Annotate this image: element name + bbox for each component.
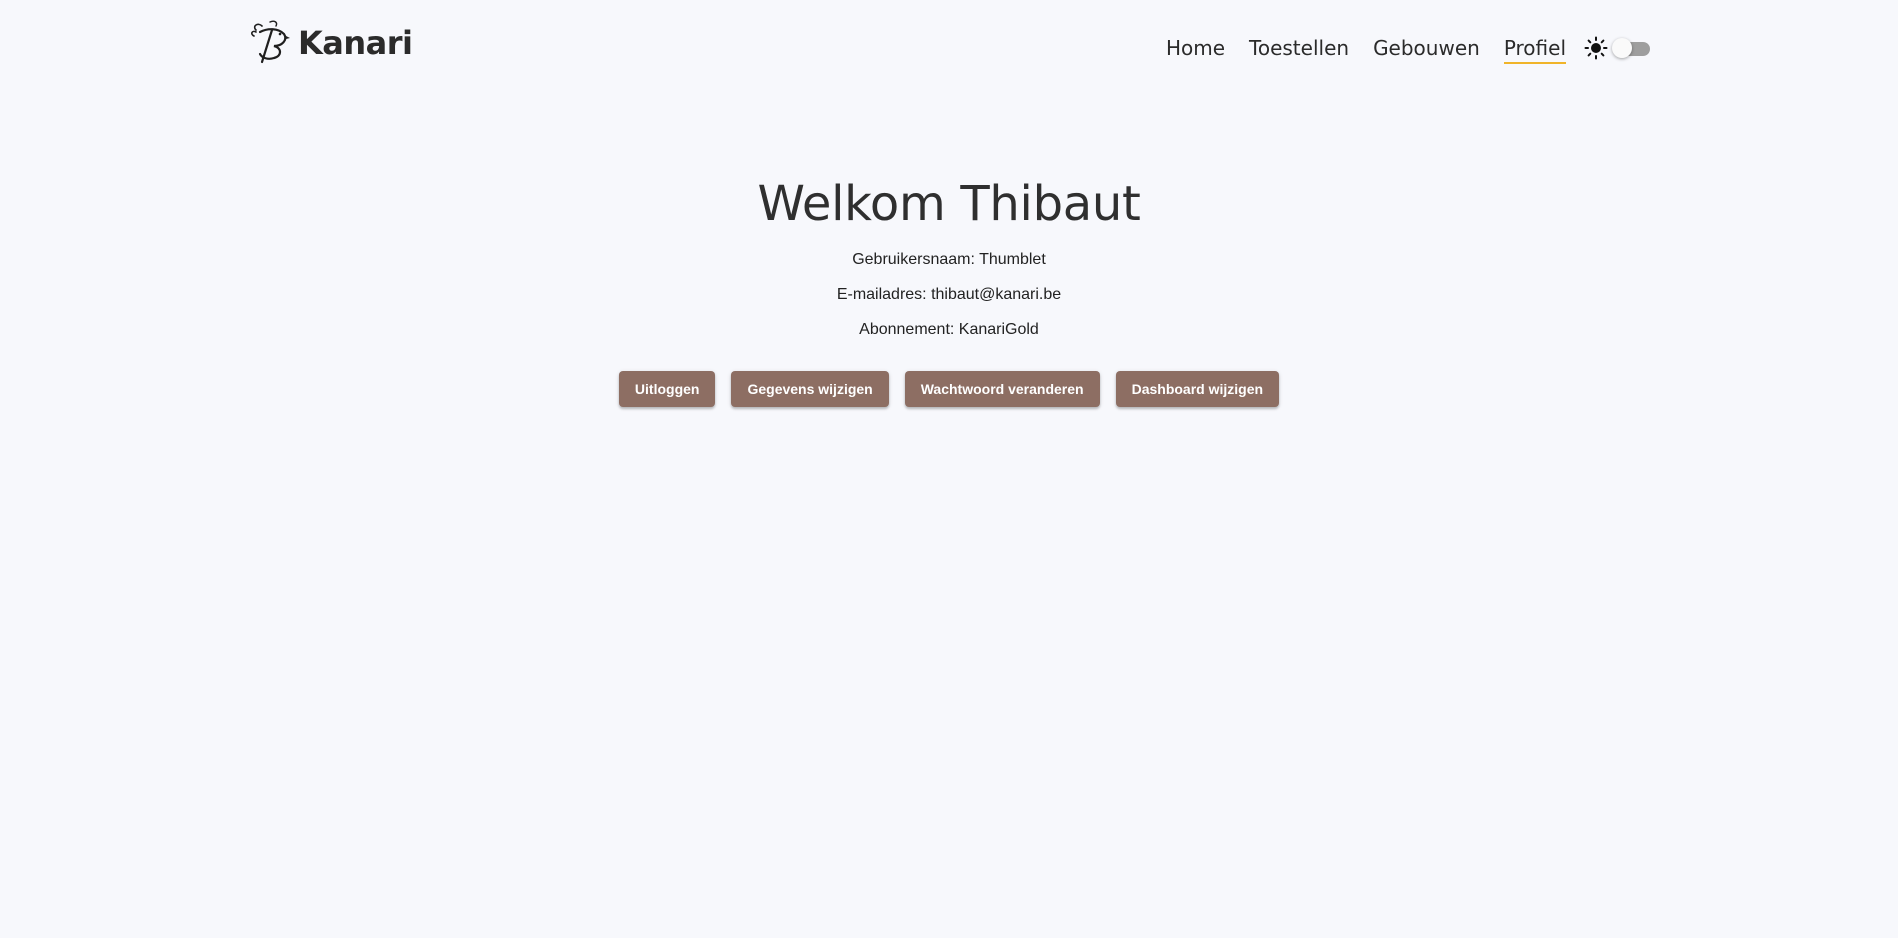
edit-details-button[interactable]: Gegevens wijzigen: [731, 371, 889, 407]
nav-profiel[interactable]: Profiel: [1503, 34, 1567, 64]
nav-gebouwen[interactable]: Gebouwen: [1373, 34, 1480, 62]
email-line: E-mailadres: thibaut@kanari.be: [836, 286, 1062, 303]
bird-logo-icon: [251, 20, 290, 64]
main-nav: Home Toestellen Gebouwen Profiel: [1166, 34, 1650, 64]
nav-toestellen[interactable]: Toestellen: [1249, 34, 1349, 62]
theme-toggle[interactable]: [1612, 37, 1650, 59]
brand-home-link[interactable]: Kanari: [248, 20, 413, 66]
top-navbar: Kanari Home Toestellen Gebouwen Profiel: [0, 0, 1898, 96]
username-line: Gebruikersnaam: Thumblet: [852, 251, 1046, 268]
toggle-knob: [1612, 38, 1632, 58]
change-password-button[interactable]: Wachtwoord veranderen: [904, 371, 1100, 407]
sun-icon: [1584, 36, 1608, 60]
profile-actions: Uitloggen Gegevens wijzigen Wachtwoord v…: [0, 371, 1898, 407]
nav-home[interactable]: Home: [1166, 34, 1225, 62]
profile-section: Welkom Thibaut Gebruikersnaam: Thumblet …: [0, 170, 1898, 407]
edit-dashboard-button[interactable]: Dashboard wijzigen: [1115, 371, 1280, 407]
brand-name: Kanari: [298, 24, 413, 62]
logout-button[interactable]: Uitloggen: [618, 371, 716, 407]
page-title: Welkom Thibaut: [757, 176, 1141, 232]
subscription-line: Abonnement: KanariGold: [859, 321, 1039, 338]
